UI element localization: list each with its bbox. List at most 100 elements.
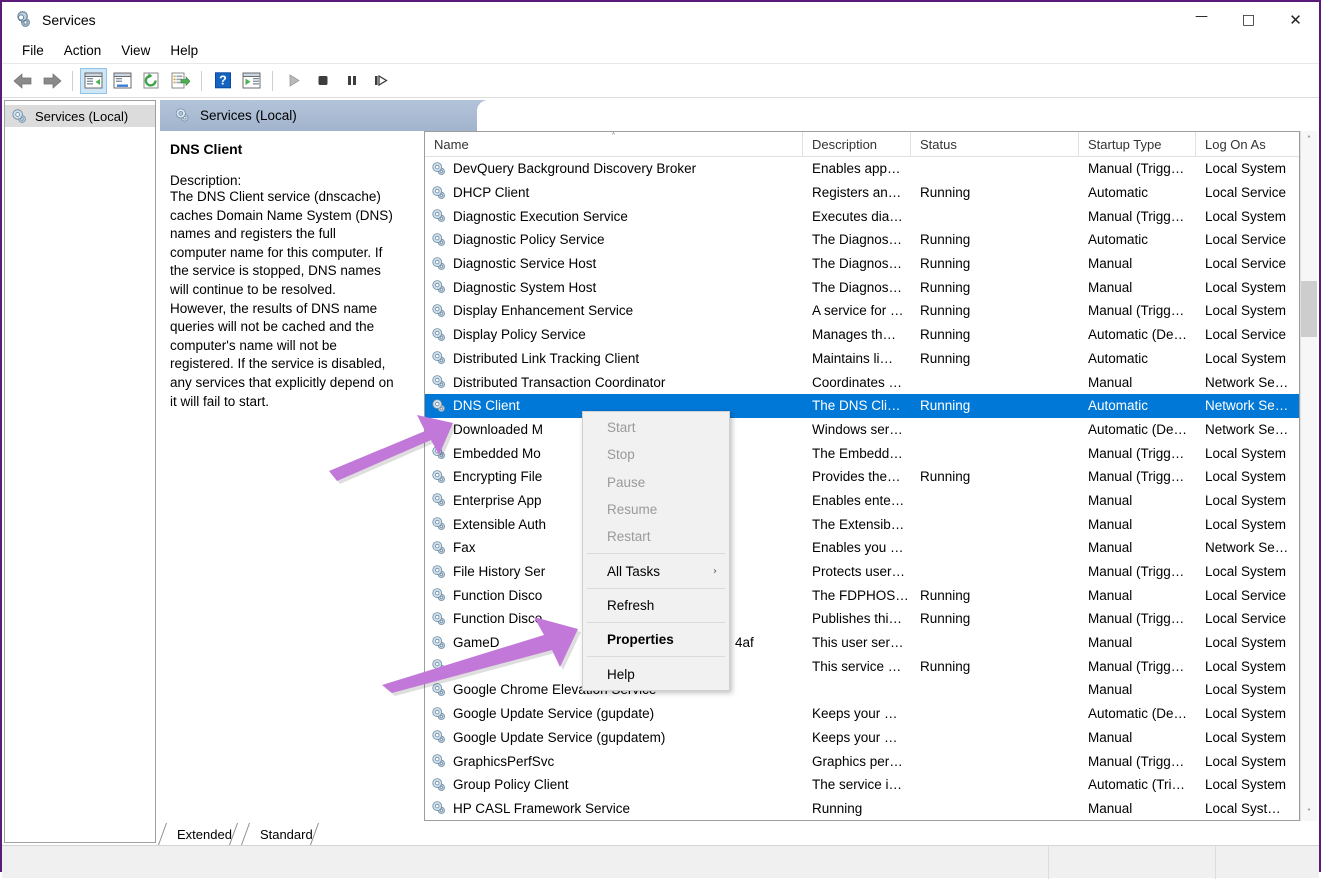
vertical-scrollbar[interactable]: ˄ ˅ [1300, 131, 1318, 822]
cell-logon: Local System [1205, 706, 1287, 722]
table-row[interactable]: Diagnostic Service Host The Diagnos… Runni… [425, 252, 1299, 276]
cell-startup: Manual [1088, 682, 1133, 698]
table-row[interactable]: GameD 4af This user ser… Manual Local System [425, 631, 1299, 655]
table-row[interactable]: Distributed Transaction Coordinator Coord… [425, 370, 1299, 394]
properties-button[interactable] [238, 68, 265, 94]
status-segment [2, 845, 1049, 879]
cell-status: Running [920, 398, 971, 414]
service-name-label: Google Update Service (gupdate) [453, 706, 655, 722]
table-row[interactable]: Google Chrome Elevation Service Manual Loc… [425, 678, 1299, 702]
cell-startup: Automatic [1088, 232, 1149, 248]
table-row[interactable]: Google Update Service (gupdate) Keeps you… [425, 702, 1299, 726]
export-list-button[interactable] [167, 68, 194, 94]
table-row[interactable]: DHCP Client Registers an… Running Automatic… [425, 181, 1299, 205]
services-list-view[interactable]: ˄ Name Description Status Startup Type Log O… [424, 131, 1300, 822]
maximize-button[interactable]: □ [1225, 2, 1272, 38]
back-button[interactable] [9, 68, 36, 94]
tree-node-services-local[interactable]: Services (Local) [5, 105, 155, 127]
table-row[interactable]: Diagnostic System Host The Diagnos… Runnin… [425, 275, 1299, 299]
cell-logon: Network Se… [1205, 421, 1289, 437]
table-row[interactable]: Display Enhancement Service A service for… [425, 299, 1299, 323]
scroll-down-arrow-icon[interactable]: ˅ [1301, 804, 1318, 821]
help-button[interactable]: ? [209, 68, 236, 94]
cell-status [911, 441, 1079, 465]
services-gear-icon [431, 706, 447, 722]
refresh-button[interactable] [138, 68, 165, 94]
column-header-startup[interactable]: Startup Type [1079, 132, 1196, 157]
cell-startup: Automatic (De… [1088, 706, 1188, 722]
show-hide-action-pane-button[interactable] [109, 68, 136, 94]
show-hide-console-tree-button[interactable] [80, 67, 107, 94]
cell-logon: Local System [1205, 682, 1287, 698]
list-column-headers: ˄ Name Description Status Startup Type Log O… [425, 132, 1299, 157]
minimize-button[interactable]: — [1178, 2, 1225, 38]
scrollbar-thumb[interactable] [1300, 281, 1317, 337]
column-header-logon[interactable]: Log On As [1196, 132, 1290, 157]
caption-button-group: — □ ✕ [1178, 2, 1319, 38]
scroll-up-arrow-icon[interactable]: ˄ [1301, 131, 1318, 148]
start-service-button[interactable] [280, 68, 307, 94]
stop-square-icon [315, 72, 331, 89]
table-row[interactable]: DevQuery Background Discovery Broker Enab… [425, 157, 1299, 181]
cell-status [911, 749, 1079, 773]
table-row[interactable]: Downloaded M Windows ser… Automatic (De… Ne… [425, 418, 1299, 442]
list-rows-container: DevQuery Background Discovery Broker Enab… [425, 157, 1299, 820]
context-menu-item-all-tasks[interactable]: All Tasks › [583, 557, 729, 584]
context-menu-item-label: Refresh [607, 597, 655, 613]
service-context-menu[interactable]: Start Stop Pause Resume Restart All Tasks › Ref… [582, 411, 730, 691]
table-row[interactable]: Group Policy Client The service i… Automat… [425, 773, 1299, 797]
menu-item-action[interactable]: Action [54, 40, 112, 61]
table-row[interactable]: HP CASL Framework Service Running Manual Lo… [425, 797, 1299, 821]
close-button[interactable]: ✕ [1272, 2, 1319, 38]
table-row[interactable]: Diagnostic Policy Service The Diagnos… Run… [425, 228, 1299, 252]
table-row[interactable]: Embedded Mo The Embedd… Manual (Trigg… Loca… [425, 441, 1299, 465]
context-menu-item-help[interactable]: Help [583, 660, 729, 687]
table-row[interactable]: DNS Client The DNS Cli… Running Automatic Ne… [425, 393, 1299, 418]
menu-item-file[interactable]: File [12, 40, 54, 61]
table-row[interactable]: Function Disco The FDPHOS… Running Manual Lo… [425, 583, 1299, 607]
cell-description: The Extensib… [812, 516, 905, 532]
table-row[interactable]: Encrypting File Provides the… Running Manua… [425, 465, 1299, 489]
cell-name: Diagnostic Execution Service [425, 204, 803, 228]
forward-button[interactable] [38, 68, 65, 94]
table-row[interactable]: Enterprise App Enables ente… Manual Local S… [425, 489, 1299, 513]
table-row[interactable]: Google Update Service (gupdatem) Keeps yo… [425, 726, 1299, 750]
cell-startup: Automatic [1088, 398, 1149, 414]
column-header-description[interactable]: Description [803, 132, 911, 157]
table-row[interactable]: Distributed Link Tracking Client Maintain… [425, 347, 1299, 371]
services-gear-icon [431, 658, 447, 674]
cell-logon: Local System [1205, 658, 1287, 674]
stop-service-button[interactable] [309, 68, 336, 94]
table-row[interactable]: Fax Enables you … Manual Network Se… [425, 536, 1299, 560]
table-row[interactable]: GraphicsPerfSvc Graphics per… Manual (Trig… [425, 749, 1299, 773]
menu-item-view[interactable]: View [111, 40, 160, 61]
left-arrow-icon [12, 71, 34, 91]
restart-service-button[interactable] [367, 68, 394, 94]
table-row[interactable]: Extensible Auth The Extensib… Manual Local … [425, 512, 1299, 536]
table-row[interactable]: File History Ser Protects user… Manual (Tr… [425, 560, 1299, 584]
cell-description: This user ser… [812, 635, 904, 651]
service-name-label: DevQuery Background Discovery Broker [453, 161, 697, 177]
view-tab-extended[interactable]: Extended [157, 823, 249, 846]
pause-service-button[interactable] [338, 68, 365, 94]
column-header-name[interactable]: Name [425, 132, 803, 157]
service-description-pane: DNS Client Description: The DNS Client s… [160, 131, 424, 822]
cell-logon: Local System [1205, 777, 1287, 793]
context-menu-item-properties[interactable]: Properties [583, 626, 729, 653]
service-name-label: GraphicsPerfSvc [453, 753, 555, 769]
column-header-status[interactable]: Status [911, 132, 1079, 157]
cell-description: Enables you … [812, 540, 904, 556]
cell-startup: Manual [1088, 516, 1133, 532]
menu-item-help[interactable]: Help [160, 40, 208, 61]
table-row[interactable]: Display Policy Service Manages th… Running… [425, 323, 1299, 347]
table-row[interactable]: Diagnostic Execution Service Executes dia… [425, 204, 1299, 228]
view-tab-standard[interactable]: Standard [240, 823, 330, 846]
cell-name: Google Update Service (gupdate) [425, 702, 803, 726]
scrollbar-track[interactable] [1300, 148, 1317, 804]
service-name-label: DNS Client [453, 398, 520, 414]
cell-startup: Manual (Trigg… [1088, 611, 1185, 627]
cell-status: Running [920, 279, 971, 295]
context-menu-item-refresh[interactable]: Refresh [583, 592, 729, 619]
table-row[interactable]: This service … Running Manual (Trigg… Local… [425, 654, 1299, 678]
table-row[interactable]: Function Disco Publishes thi… Running Manua… [425, 607, 1299, 631]
